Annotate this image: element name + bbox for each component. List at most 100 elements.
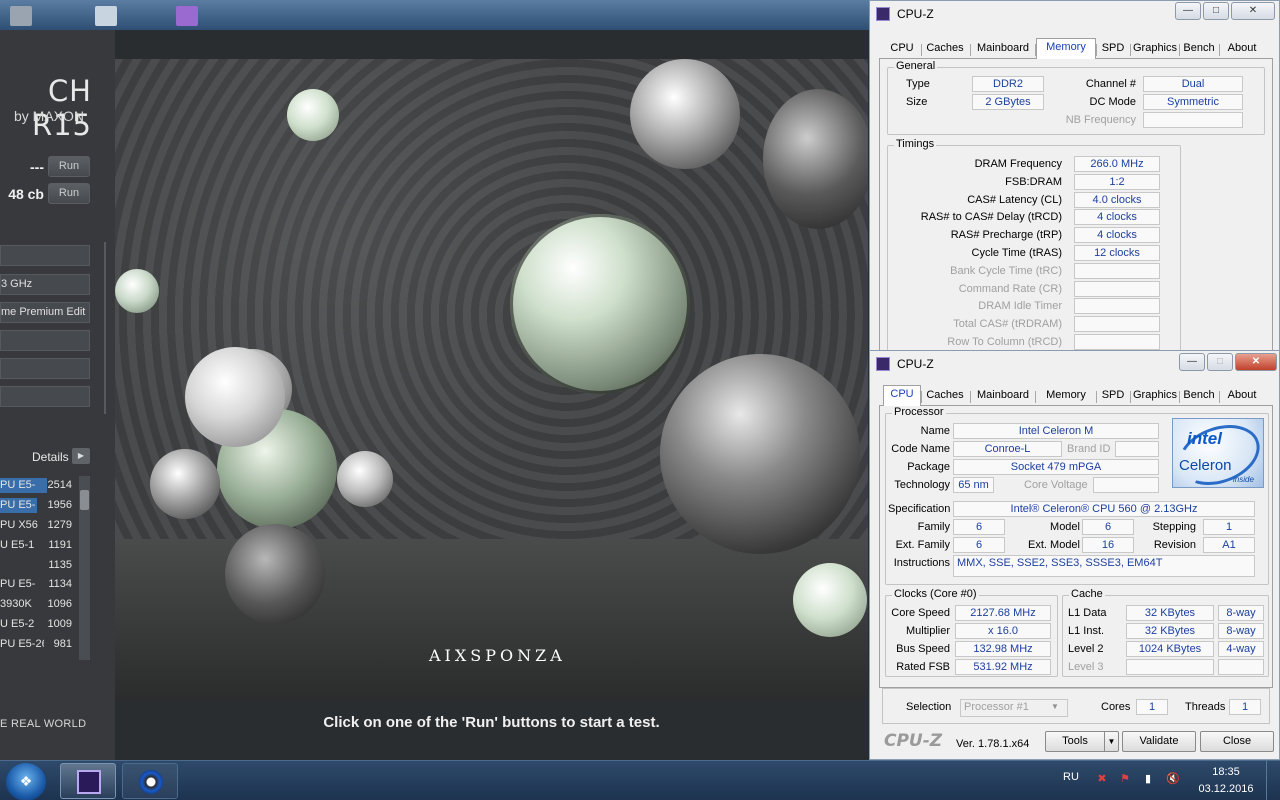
level3-label: Level 3: [1068, 661, 1104, 673]
clock-date[interactable]: 03.12.2016: [1196, 783, 1256, 795]
bus-speed-value: 132.98 MHz: [955, 641, 1051, 657]
technology-value: 65 nm: [953, 477, 994, 493]
ranking-cpu-name: 3930K: [0, 598, 32, 611]
cpuz-cpu-tabs: CPU Caches Mainboard Memory SPD Graphics Bench…: [879, 385, 1274, 406]
chevron-down-icon: ▼: [1051, 702, 1059, 711]
multiplier-label: Multiplier: [905, 625, 950, 637]
render-sphere: [337, 451, 393, 507]
intel-logo-brand: Celeron: [1179, 457, 1232, 474]
render-sphere: [793, 563, 867, 637]
close-window-button[interactable]: ✕: [1231, 2, 1275, 20]
tab-mainboard[interactable]: Mainboard: [971, 387, 1035, 405]
code-name-value: Conroe-L: [953, 441, 1062, 457]
timings-group: Timings DRAM Frequency 266.0 MHz FSB:DRAM 1…: [887, 138, 1181, 360]
tab-cpu[interactable]: CPU: [883, 40, 921, 58]
run-button-opengl[interactable]: Run: [48, 156, 90, 177]
cpuz-chip-icon: [77, 770, 101, 794]
validate-button[interactable]: Validate: [1122, 731, 1196, 752]
timing-label: DRAM Idle Timer: [978, 300, 1062, 313]
cpu-score: 48 cb: [8, 186, 44, 202]
family-label: Family: [917, 521, 950, 533]
language-indicator[interactable]: RU: [1063, 771, 1079, 783]
tab-caches[interactable]: Caches: [922, 387, 968, 405]
cinebench-window: CH R15 by MAXON --- Run 48 cb Run 3 GHz …: [0, 0, 880, 760]
tab-caches[interactable]: Caches: [922, 40, 968, 58]
titlebar-thumb-icon: [95, 6, 117, 26]
render-sphere-ornament: [510, 214, 690, 394]
start-button[interactable]: ❖: [6, 763, 46, 800]
ranking-row[interactable]: 3930K 1096: [0, 595, 78, 615]
ranking-row[interactable]: PU E5- 1134: [0, 575, 78, 595]
cpuz-memory-tabs: CPU Caches Mainboard Memory SPD Graphics Bench…: [879, 38, 1274, 59]
minimize-button[interactable]: —: [1175, 2, 1201, 20]
cinebench-footer-text: E REAL WORLD: [0, 718, 87, 730]
network-error-icon[interactable]: ✖: [1095, 772, 1109, 786]
ranking-cpu-name: PU E5-: [0, 498, 36, 511]
ranking-row[interactable]: PU E5- 1956: [0, 496, 78, 516]
close-button[interactable]: Close: [1200, 731, 1274, 752]
code-name-label: Code Name: [891, 443, 950, 455]
render-viewport: AIXSPONZA: [115, 59, 868, 699]
clock-time[interactable]: 18:35: [1196, 766, 1256, 778]
tab-spd[interactable]: SPD: [1097, 40, 1129, 58]
ranking-header: Details ▶: [0, 444, 100, 468]
cpuz-app-icon: [876, 357, 890, 371]
taskbar: ❖ RU ✖ ⚑ ▮ 🔇 18:35 03.12.2016: [0, 760, 1280, 800]
run-button-cpu[interactable]: Run: [48, 183, 90, 204]
taskbar-app-cinebench[interactable]: [122, 763, 178, 799]
ranking-row[interactable]: PU E5- 2514: [0, 476, 78, 496]
ranking-row[interactable]: U E5-1 1191: [0, 536, 78, 556]
tab-spd[interactable]: SPD: [1097, 387, 1129, 405]
ranking-score: 1956: [47, 498, 72, 511]
details-label: Details: [32, 450, 69, 464]
tab-graphics[interactable]: Graphics: [1131, 40, 1179, 58]
ranking-cpu-name: PU E5-: [0, 578, 36, 591]
ranking-scroll-thumb[interactable]: [80, 490, 89, 510]
ranking-row[interactable]: PU X56 1279: [0, 516, 78, 536]
minimize-button[interactable]: —: [1179, 353, 1205, 371]
size-label: Size: [906, 96, 928, 108]
bus-speed-label: Bus Speed: [896, 643, 950, 655]
ranking-row[interactable]: U E5-2 1009: [0, 615, 78, 635]
signal-strength-icon[interactable]: ▮: [1141, 772, 1155, 786]
taskbar-app-cpuz[interactable]: [60, 763, 116, 799]
ext-family-value: 6: [953, 537, 1005, 553]
tab-separator: [1035, 391, 1036, 403]
volume-muted-icon[interactable]: 🔇: [1166, 772, 1180, 786]
ranking-scrollbar[interactable]: [79, 476, 90, 660]
multiplier-value: x 16.0: [955, 623, 1051, 639]
tab-memory[interactable]: Memory: [1036, 38, 1096, 59]
show-desktop-button[interactable]: [1266, 761, 1280, 800]
cpuz-memory-window: CPU-Z — □ ✕ CPU Caches Mainboard Memory SPD G…: [869, 0, 1280, 360]
general-group-title: General: [894, 60, 938, 72]
timing-label: Total CAS# (tRDRAM): [953, 318, 1062, 331]
titlebar-thumb-icon: [176, 6, 198, 26]
core-voltage-label: Core Voltage: [1024, 479, 1088, 491]
tab-cpu[interactable]: CPU: [883, 385, 921, 406]
tab-memory[interactable]: Memory: [1036, 387, 1096, 405]
details-button[interactable]: ▶: [72, 448, 90, 464]
tab-separator: [921, 391, 922, 403]
render-sphere: [630, 59, 740, 169]
ranking-row[interactable]: PU E5-26 981: [0, 635, 78, 655]
ranking-score: 1279: [47, 518, 72, 531]
maximize-button[interactable]: □: [1203, 2, 1229, 20]
tab-graphics[interactable]: Graphics: [1131, 387, 1179, 405]
tab-about[interactable]: About: [1220, 40, 1264, 58]
tab-separator: [1179, 44, 1180, 56]
tools-button[interactable]: Tools ▼: [1045, 731, 1119, 752]
tools-dropdown-icon[interactable]: ▼: [1104, 732, 1118, 751]
close-window-button[interactable]: ✕: [1235, 353, 1277, 371]
flag-alert-icon[interactable]: ⚑: [1118, 772, 1132, 786]
level3-value: [1126, 659, 1214, 675]
ranking-score: 1096: [47, 598, 72, 611]
tab-about[interactable]: About: [1220, 387, 1264, 405]
ranking-row[interactable]: 1135: [0, 556, 78, 576]
tab-mainboard[interactable]: Mainboard: [971, 40, 1035, 58]
revision-value: A1: [1203, 537, 1255, 553]
ext-model-label: Ext. Model: [1028, 539, 1080, 551]
timing-value: [1074, 262, 1160, 279]
tab-bench[interactable]: Bench: [1180, 387, 1218, 405]
tab-bench[interactable]: Bench: [1180, 40, 1218, 58]
timing-label: Row To Column (tRCD): [947, 336, 1062, 348]
